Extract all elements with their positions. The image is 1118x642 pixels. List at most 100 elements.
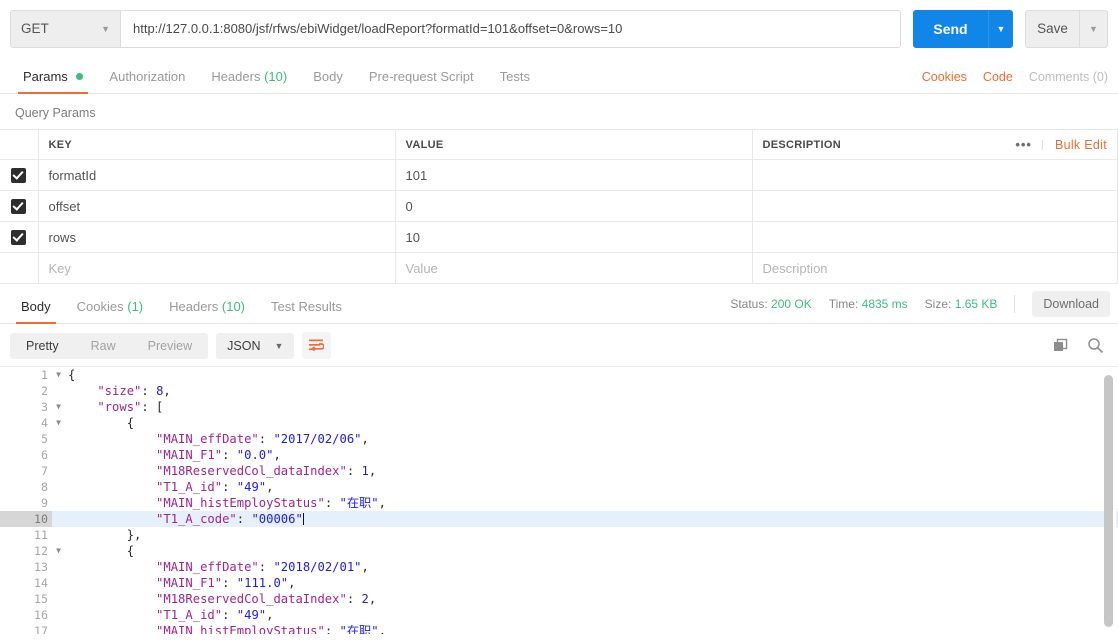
row-checkbox-cell [0,159,39,191]
code-line-text: "MAIN_F1": "0.0", [68,448,281,462]
http-method-select[interactable]: GET ▼ [10,9,121,48]
code-line-text: "M18ReservedCol_dataIndex": 2, [68,592,377,606]
code-line[interactable]: 12 ▼ { [0,543,1118,559]
response-tab-cookies[interactable]: Cookies (1) [64,299,156,323]
response-body-toolbar: Pretty Raw Preview JSON ▼ [0,324,1118,366]
fold-toggle-icon[interactable]: ▼ [52,415,65,431]
tab-authorization[interactable]: Authorization [96,69,198,93]
request-url-input[interactable] [121,9,901,48]
code-line[interactable]: 6 "MAIN_F1": "0.0", [0,447,1118,463]
save-button[interactable]: Save [1025,9,1080,48]
code-link[interactable]: Code [983,70,1013,84]
code-line[interactable]: 9 "MAIN_histEmployStatus": "在职", [0,495,1118,511]
bulk-edit-button[interactable]: Bulk Edit [1043,138,1107,152]
response-tab-body[interactable]: Body [8,299,64,324]
param-value[interactable]: 101 [395,159,753,191]
code-line[interactable]: 1 ▼{ [0,367,1118,383]
param-description[interactable] [752,221,1118,253]
send-button-group: Send ▼ [913,9,1013,48]
code-line[interactable]: 14 "MAIN_F1": "111.0", [0,575,1118,591]
word-wrap-icon[interactable] [302,332,332,359]
code-line[interactable]: 15 "M18ReservedCol_dataIndex": 2, [0,591,1118,607]
code-line[interactable]: 2 "size": 8, [0,383,1118,399]
code-line[interactable]: 5 "MAIN_effDate": "2017/02/06", [0,431,1118,447]
code-line[interactable]: 13 "MAIN_effDate": "2018/02/01", [0,559,1118,575]
response-tabs: Body Cookies (1) Headers (10) Test Resul… [0,291,1118,324]
code-line-text: "M18ReservedCol_dataIndex": 1, [68,464,377,478]
view-mode-preview[interactable]: Preview [132,333,208,359]
response-tab-test-results-label: Test Results [271,299,342,314]
param-key[interactable]: rows [38,221,396,253]
response-format-select[interactable]: JSON ▼ [216,332,295,359]
download-button[interactable]: Download [1032,291,1110,317]
row-checkbox[interactable] [11,229,27,245]
code-line[interactable]: 11 }, [0,527,1118,543]
code-line[interactable]: 4 ▼ { [0,415,1118,431]
text-caret [302,513,304,525]
tab-params[interactable]: Params [10,69,96,94]
column-header-description: DESCRIPTION ••• Bulk Edit [752,129,1118,160]
view-mode-raw[interactable]: Raw [75,333,132,359]
view-mode-pretty[interactable]: Pretty [10,333,75,359]
param-key[interactable]: offset [38,190,396,222]
code-line[interactable]: 8 "T1_A_id": "49", [0,479,1118,495]
new-param-description-input[interactable]: Description [752,252,1118,284]
code-line[interactable]: 3 ▼ "rows": [ [0,399,1118,415]
line-number: 14 [34,576,48,590]
line-number: 3 [41,400,48,414]
new-param-key-input[interactable]: Key [38,252,396,284]
code-scrollbar-track[interactable] [1104,369,1116,632]
row-checkbox-cell [0,221,39,253]
param-value[interactable]: 0 [395,190,753,222]
copy-icon[interactable] [1053,338,1069,354]
chevron-down-icon: ▼ [274,340,284,351]
response-tab-test-results[interactable]: Test Results [258,299,355,323]
param-description[interactable] [752,190,1118,222]
fold-toggle-icon[interactable]: ▼ [52,399,65,415]
cookies-link[interactable]: Cookies [922,70,967,84]
line-number: 13 [34,560,48,574]
tab-tests[interactable]: Tests [487,69,543,93]
send-options-chevron-icon[interactable]: ▼ [988,9,1013,48]
response-tab-headers[interactable]: Headers (10) [156,299,258,323]
size-value: 1.65 KB [954,297,998,311]
line-number: 12 [34,544,48,558]
code-line[interactable]: 17 "MAIN_histEmployStatus": "在职", [0,623,1118,634]
code-line-text: "T1_A_code": "00006" [68,512,304,526]
tab-headers-count: (10) [264,69,288,84]
fold-toggle-icon[interactable]: ▼ [52,543,65,559]
response-body-actions [1053,337,1108,354]
view-mode-group: Pretty Raw Preview [10,332,209,359]
send-button[interactable]: Send [913,9,988,48]
code-line[interactable]: 7 "M18ReservedCol_dataIndex": 1, [0,463,1118,479]
tab-body[interactable]: Body [300,69,356,93]
fold-toggle-icon[interactable]: ▼ [52,367,65,383]
status-label: Status: [730,297,768,311]
json-code-lines[interactable]: 1 ▼{2 "size": 8, 3 ▼ "rows": [4 ▼ {5 "MAIN_e… [0,367,1118,634]
param-value[interactable]: 10 [395,221,753,253]
code-scrollbar-thumb[interactable] [1104,375,1113,627]
code-line-text: { [68,544,135,558]
row-checkbox[interactable] [11,198,27,214]
code-line[interactable]: 10 "T1_A_code": "00006" [0,511,1118,527]
param-key[interactable]: formatId [38,159,396,191]
tab-headers[interactable]: Headers (10) [198,69,300,93]
unsaved-changes-dot-icon [76,73,84,80]
response-tab-body-label: Body [21,299,51,314]
search-icon[interactable] [1087,337,1104,354]
response-body-viewer[interactable]: 1 ▼{2 "size": 8, 3 ▼ "rows": [4 ▼ {5 "MAIN_e… [0,366,1118,634]
tab-pre-request-script[interactable]: Pre-request Script [356,69,487,93]
param-description[interactable] [752,159,1118,191]
row-checkbox[interactable] [11,167,27,183]
time-label: Time: [828,297,859,311]
line-number: 10 [0,511,52,527]
size-group: Size: 1.65 KB [925,297,998,311]
more-options-icon[interactable]: ••• [1005,138,1043,151]
code-line[interactable]: 16 "T1_A_id": "49", [0,607,1118,623]
request-tabs: Params Authorization Headers (10) Body P… [0,58,1118,94]
column-header-key: KEY [38,129,396,160]
new-param-value-input[interactable]: Value [395,252,753,284]
line-number: 6 [41,448,48,462]
save-options-chevron-icon[interactable]: ▼ [1080,9,1108,48]
comments-link[interactable]: Comments (0) [1029,70,1108,84]
